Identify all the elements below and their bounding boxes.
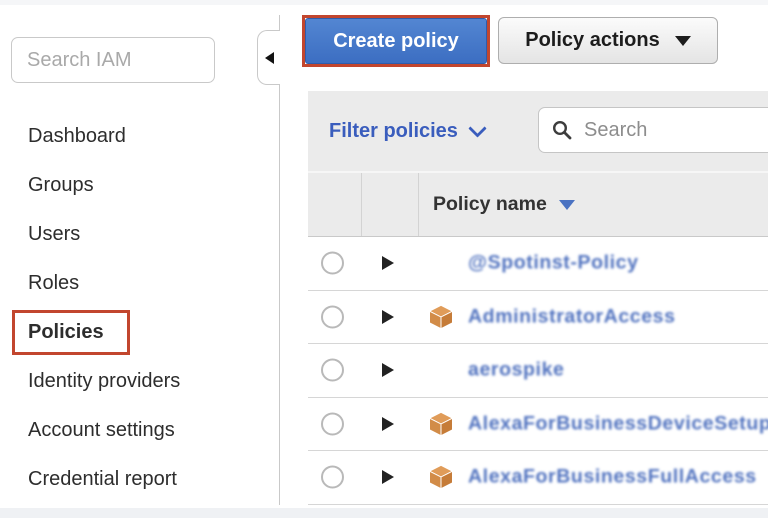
policy-search-input[interactable] xyxy=(582,118,768,143)
policy-select-radio[interactable] xyxy=(321,252,344,275)
chevron-down-icon xyxy=(468,119,486,137)
policy-name-link[interactable]: @Spotinst-Policy xyxy=(468,252,639,275)
triangle-left-icon xyxy=(265,52,274,64)
page-top-edge xyxy=(0,0,768,5)
sidebar-nav: Dashboard Groups Users Roles Policies Id… xyxy=(0,112,278,504)
create-policy-button[interactable]: Create policy xyxy=(305,18,487,64)
policy-actions-button[interactable]: Policy actions xyxy=(498,17,718,64)
sidebar-divider xyxy=(279,15,280,505)
sidebar-item-users[interactable]: Users xyxy=(0,210,278,259)
policy-select-radio[interactable] xyxy=(321,412,344,435)
policy-row: aerospike xyxy=(308,344,768,398)
expand-row-icon[interactable] xyxy=(382,310,394,324)
sidebar-item-label: Users xyxy=(28,223,80,246)
sidebar-item-label: Credential report xyxy=(28,468,177,491)
policy-actions-label: Policy actions xyxy=(525,29,660,52)
policy-name-header-label: Policy name xyxy=(433,193,547,216)
sidebar-item-dashboard[interactable]: Dashboard xyxy=(0,112,278,161)
search-iam-input[interactable] xyxy=(11,37,215,83)
policy-row: AlexaForBusinessDeviceSetup xyxy=(308,398,768,452)
expand-row-icon[interactable] xyxy=(382,363,394,377)
sidebar-item-groups[interactable]: Groups xyxy=(0,161,278,210)
aws-managed-policy-icon xyxy=(428,411,454,437)
sort-descending-icon xyxy=(559,200,575,210)
policy-name-link[interactable]: AdministratorAccess xyxy=(468,305,676,328)
search-icon xyxy=(552,120,572,140)
sidebar-item-label: Roles xyxy=(28,272,79,295)
policy-table-rows: @Spotinst-Policy AdministratorAccess aer… xyxy=(308,237,768,505)
filter-policies-label: Filter policies xyxy=(329,120,458,143)
policy-name-link[interactable]: AlexaForBusinessDeviceSetup xyxy=(468,412,768,435)
expand-row-icon[interactable] xyxy=(382,256,394,270)
aws-managed-policy-icon xyxy=(428,304,454,330)
policy-select-radio[interactable] xyxy=(321,305,344,328)
filter-bar: Filter policies xyxy=(308,91,768,173)
sidebar-item-label: Identity providers xyxy=(28,370,180,393)
annotation-box-create-policy: Create policy xyxy=(302,15,490,67)
triangle-down-icon xyxy=(675,36,691,46)
expand-row-icon[interactable] xyxy=(382,417,394,431)
page-bottom-edge xyxy=(0,508,768,518)
column-separator xyxy=(361,173,362,236)
sidebar-item-identity-providers[interactable]: Identity providers xyxy=(0,357,278,406)
policy-search-box[interactable] xyxy=(538,107,768,153)
filter-policies-dropdown[interactable]: Filter policies xyxy=(329,91,484,171)
sidebar-item-credential-report[interactable]: Credential report xyxy=(0,455,278,504)
expand-row-icon[interactable] xyxy=(382,470,394,484)
policy-name-column-header[interactable]: Policy name xyxy=(433,173,575,236)
policy-name-link[interactable]: aerospike xyxy=(468,359,564,382)
policy-row: AdministratorAccess xyxy=(308,291,768,345)
policy-row: AlexaForBusinessFullAccess xyxy=(308,451,768,505)
sidebar-item-label: Dashboard xyxy=(28,125,126,148)
policy-row: @Spotinst-Policy xyxy=(308,237,768,291)
sidebar-item-roles[interactable]: Roles xyxy=(0,259,278,308)
sidebar-item-policies[interactable]: Policies xyxy=(0,308,278,357)
column-separator xyxy=(418,173,419,236)
sidebar-item-account-settings[interactable]: Account settings xyxy=(0,406,278,455)
sidebar-collapse-button[interactable] xyxy=(257,30,280,85)
policy-name-link[interactable]: AlexaForBusinessFullAccess xyxy=(468,466,757,489)
sidebar-item-label: Policies xyxy=(28,321,104,344)
sidebar-item-label: Account settings xyxy=(28,419,175,442)
table-header: Policy name xyxy=(308,173,768,237)
policy-select-radio[interactable] xyxy=(321,466,344,489)
policy-select-radio[interactable] xyxy=(321,359,344,382)
aws-managed-policy-icon xyxy=(428,464,454,490)
sidebar-item-label: Groups xyxy=(28,174,94,197)
